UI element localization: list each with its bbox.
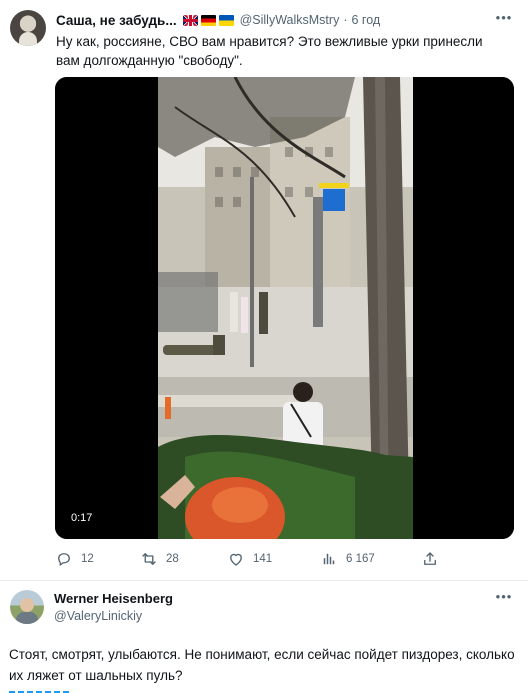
- video-duration: 0:17: [68, 511, 96, 525]
- reply-text: Стоят, смотрят, улыбаются. Не понимают, …: [9, 647, 515, 683]
- flag-emojis: [182, 14, 234, 26]
- video-frame: [55, 77, 514, 539]
- video-player[interactable]: 0:17: [55, 77, 514, 539]
- views-chart-icon: [323, 553, 335, 565]
- tweet-header: Саша, не забудь... @SillyWalksMstry · 6 …: [56, 11, 380, 29]
- views-button[interactable]: 6 167: [320, 549, 375, 569]
- retweet-icon: [142, 553, 156, 565]
- reply-icon: [58, 553, 70, 566]
- like-button[interactable]: 141: [227, 549, 272, 569]
- ukraine-flag-icon: [218, 14, 234, 26]
- reply-count: 12: [81, 553, 94, 565]
- uk-flag-icon: [182, 14, 198, 26]
- reply-author-avatar[interactable]: [10, 590, 44, 624]
- author-handle[interactable]: @SillyWalksMstry: [240, 13, 340, 27]
- tweet-actions: 12 28 141 6 167: [55, 549, 475, 569]
- share-icon: [424, 552, 436, 565]
- germany-flag-icon: [200, 14, 216, 26]
- header-separator: ·: [343, 13, 348, 27]
- more-options-button[interactable]: •••: [494, 10, 514, 26]
- author-avatar[interactable]: [10, 10, 46, 46]
- share-button[interactable]: [421, 549, 447, 569]
- reply-author-display-name[interactable]: Werner Heisenberg: [54, 591, 173, 606]
- tweet-timestamp[interactable]: 6 год: [352, 13, 381, 27]
- heart-icon: [230, 553, 242, 566]
- reply-author-handle[interactable]: @ValeryLinickiy: [54, 609, 142, 623]
- like-count: 141: [253, 553, 273, 565]
- tweet[interactable]: Саша, не забудь... @SillyWalksMstry · 6 …: [0, 0, 528, 580]
- author-display-name[interactable]: Саша, не забудь...: [56, 13, 177, 28]
- reply-tweet[interactable]: Werner Heisenberg @ValeryLinickiy ••• Ст…: [0, 581, 528, 693]
- retweet-button[interactable]: 28: [140, 549, 179, 569]
- reply-button[interactable]: 12: [55, 549, 94, 569]
- tweet-text: Ну как, россияне, СВО вам нравится? Это …: [56, 34, 483, 68]
- reply-more-options-button[interactable]: •••: [494, 589, 514, 605]
- retweet-count: 28: [166, 553, 179, 565]
- views-count: 6 167: [346, 553, 375, 565]
- translate-link[interactable]: [9, 687, 69, 693]
